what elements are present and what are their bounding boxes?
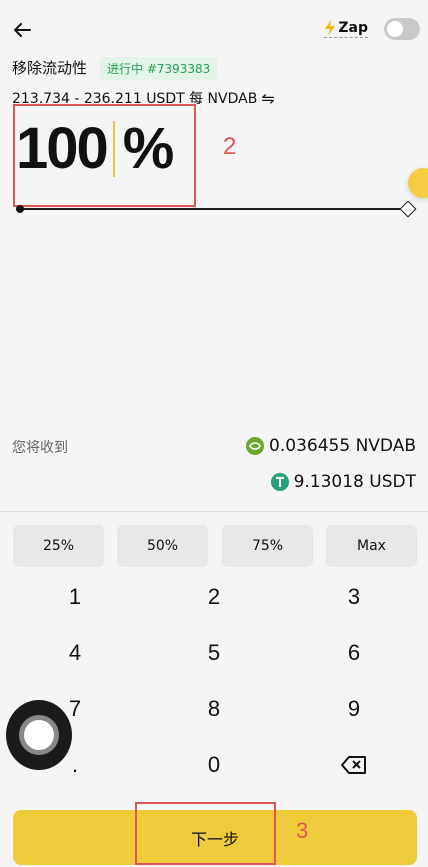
key-0[interactable]: 0	[164, 745, 264, 785]
back-arrow-icon[interactable]	[10, 18, 34, 42]
key-1[interactable]: 1	[25, 577, 125, 617]
receive-amount: 0.036455 NVDAB	[269, 436, 416, 456]
preset-max-button[interactable]: Max	[326, 525, 417, 567]
swap-direction-icon[interactable]: ⇋	[261, 89, 274, 108]
zap-text: Zap	[338, 20, 368, 36]
slider-handle[interactable]	[399, 200, 417, 218]
usdt-coin-icon	[270, 473, 289, 491]
nvidia-coin-icon	[246, 437, 265, 455]
page-title: 移除流动性	[12, 59, 88, 77]
assistive-touch-button[interactable]	[6, 700, 72, 770]
assistive-touch-inner	[19, 715, 59, 755]
annotation-label-2: 2	[223, 133, 237, 160]
key-5[interactable]: 5	[164, 633, 264, 673]
annotation-box-3	[135, 802, 276, 865]
preset-50-button[interactable]: 50%	[117, 525, 208, 567]
slider-start-dot	[16, 205, 24, 213]
lightning-icon	[325, 20, 336, 36]
zap-toggle[interactable]	[384, 18, 420, 40]
key-4[interactable]: 4	[25, 633, 125, 673]
annotation-box-2	[13, 104, 196, 207]
key-8[interactable]: 8	[164, 689, 264, 729]
key-6[interactable]: 6	[304, 633, 404, 673]
annotation-label-3: 3	[296, 818, 309, 843]
smiley-float-icon[interactable]	[408, 168, 428, 198]
status-badge: 进行中 #7393383	[100, 57, 218, 80]
backspace-icon	[341, 756, 366, 774]
percent-slider-track[interactable]	[20, 208, 410, 210]
receive-label: 您将收到	[12, 440, 68, 456]
key-9[interactable]: 9	[304, 689, 404, 729]
divider	[0, 511, 428, 512]
key-2[interactable]: 2	[164, 577, 264, 617]
receive-item-nvdab: 0.036455 NVDAB	[246, 436, 416, 456]
preset-25-button[interactable]: 25%	[13, 525, 104, 567]
key-3[interactable]: 3	[304, 577, 404, 617]
receive-amount: 9.13018 USDT	[293, 472, 416, 492]
receive-item-usdt: 9.13018 USDT	[270, 472, 416, 492]
zap-control: Zap	[324, 18, 420, 40]
preset-75-button[interactable]: 75%	[222, 525, 313, 567]
backspace-key[interactable]	[304, 745, 404, 785]
zap-label[interactable]: Zap	[324, 20, 368, 38]
